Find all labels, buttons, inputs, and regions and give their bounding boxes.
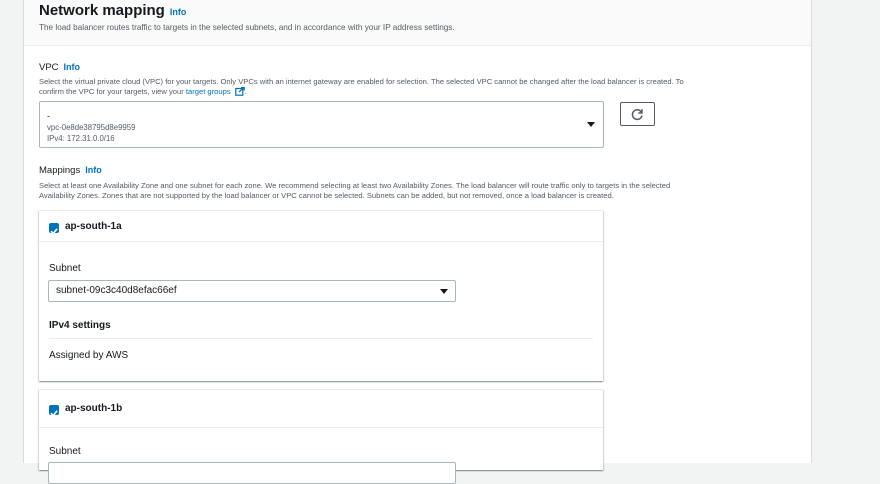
checkbox-ap-south-1b[interactable] xyxy=(49,405,59,417)
mappings-description: Select at least one Availability Zone an… xyxy=(39,181,670,201)
refresh-icon xyxy=(631,109,643,121)
network-mapping-panel: Network mapping Info The load balancer ro… xyxy=(23,0,812,484)
vpc-selected-cidr: IPv4: 172.31.0.0/16 xyxy=(47,134,115,143)
vpc-label: VPC xyxy=(39,62,59,73)
vpc-info-link[interactable]: Info xyxy=(64,62,81,72)
vpc-description-line1: Select the virtual private cloud (VPC) f… xyxy=(39,77,684,86)
vpc-select[interactable]: - vpc-0e8de38795d8e9959 IPv4: 172.31.0.0… xyxy=(39,101,604,148)
vpc-selected-id: vpc-0e8de38795d8e9959 xyxy=(47,123,136,132)
checkbox-ap-south-1a[interactable] xyxy=(49,223,59,235)
external-link-icon[interactable] xyxy=(234,86,245,99)
card-divider xyxy=(49,338,593,339)
section-title: Network mapping Info xyxy=(39,2,187,19)
refresh-button[interactable] xyxy=(620,102,655,126)
az-name-ap-south-1a: ap-south-1a xyxy=(65,221,122,232)
mappings-description-line2: Availability Zones. Zones that are not s… xyxy=(39,191,614,200)
target-groups-link[interactable]: target groups xyxy=(186,87,231,96)
ipv4-settings-value: Assigned by AWS xyxy=(49,350,129,361)
vpc-description: Select the virtual private cloud (VPC) f… xyxy=(39,77,684,99)
card-divider xyxy=(39,427,603,428)
mappings-label-row: Mappings Info xyxy=(39,165,102,176)
section-info-link[interactable]: Info xyxy=(170,7,187,17)
vpc-label-row: VPC Info xyxy=(39,62,80,73)
mappings-description-line1: Select at least one Availability Zone an… xyxy=(39,181,671,190)
section-description: The load balancer routes traffic to targ… xyxy=(39,23,455,32)
caret-down-icon xyxy=(587,122,595,127)
card-divider xyxy=(39,241,603,242)
ipv4-settings-title: IPv4 settings xyxy=(49,320,111,331)
subnet-select-ap-south-1a[interactable]: subnet-09c3c40d8efac66ef xyxy=(48,280,456,302)
subnet-label-ap-south-1b: Subnet xyxy=(49,446,81,457)
vpc-description-line2: confirm the VPC for your targets, view y… xyxy=(39,86,684,99)
availability-zone-card-ap-south-1b: ap-south-1b Subnet xyxy=(39,389,603,484)
panel-header: Network mapping Info The load balancer ro… xyxy=(24,0,811,46)
mappings-label: Mappings xyxy=(39,165,81,176)
caret-down-icon xyxy=(440,289,448,294)
subnet-value-ap-south-1a: subnet-09c3c40d8efac66ef xyxy=(56,285,177,296)
mappings-info-link[interactable]: Info xyxy=(85,165,102,175)
vpc-selected-name: - xyxy=(47,111,50,121)
checkmark-icon xyxy=(50,410,58,417)
az-name-ap-south-1b: ap-south-1b xyxy=(65,403,123,414)
subnet-select-ap-south-1b[interactable] xyxy=(48,462,456,484)
availability-zone-card-ap-south-1a: ap-south-1a Subnet subnet-09c3c40d8efac6… xyxy=(39,210,603,381)
subnet-label-ap-south-1a: Subnet xyxy=(49,263,81,274)
checkmark-icon xyxy=(50,228,58,235)
